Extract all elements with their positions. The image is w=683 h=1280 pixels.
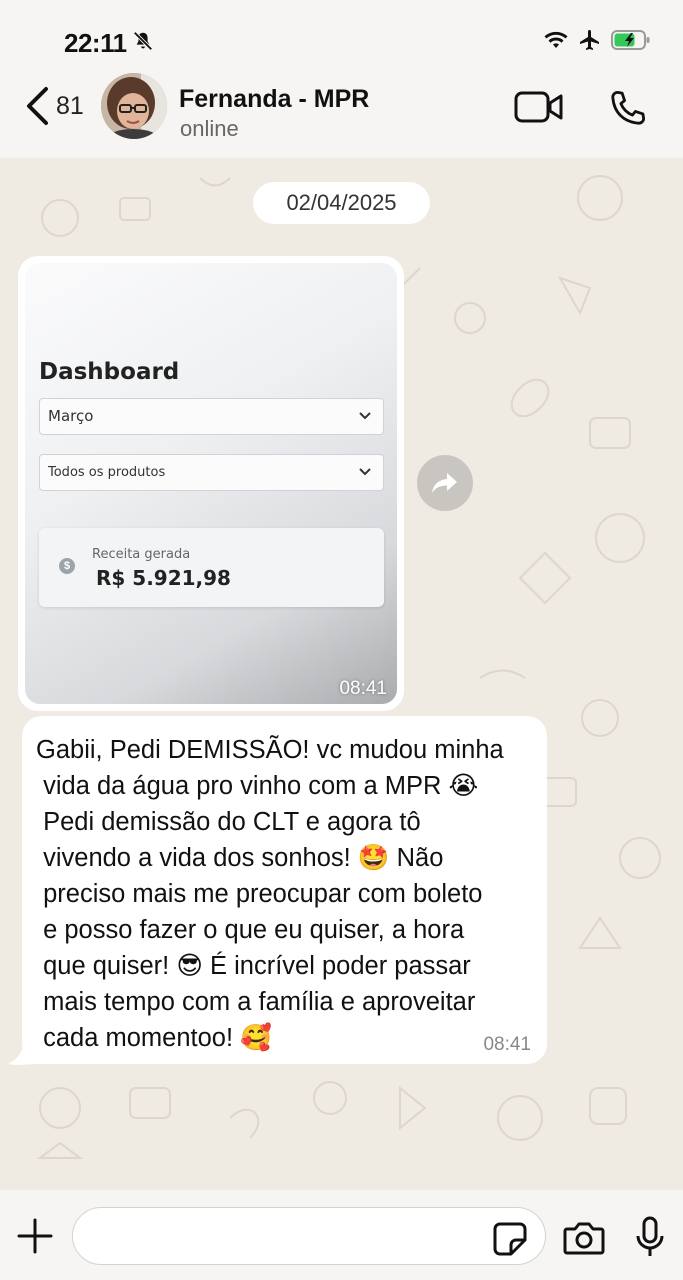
revenue-value: R$ 5.921,98 <box>96 566 231 590</box>
message-input[interactable] <box>72 1207 546 1265</box>
date-chip: 02/04/2025 <box>253 182 430 224</box>
revenue-card: $ Receita gerada R$ 5.921,98 <box>39 528 384 607</box>
month-select: Março <box>39 398 384 435</box>
image-message-time: 08:41 <box>339 678 387 699</box>
wifi-icon <box>544 31 568 48</box>
message-text: Gabii, Pedi DEMISSÃO! vc mudou minha vid… <box>36 736 504 1052</box>
chat-area[interactable]: 02/04/2025 Dashboard Março Todos os prod… <box>0 158 683 1190</box>
text-message-time: 08:41 <box>483 1034 531 1055</box>
unread-count: 81 <box>56 91 84 120</box>
product-select: Todos os produtos <box>39 454 384 491</box>
plus-icon[interactable] <box>17 1218 53 1254</box>
text-message[interactable]: Gabii, Pedi DEMISSÃO! vc mudou minha vid… <box>22 716 547 1064</box>
status-bar: 22:11 <box>0 0 683 66</box>
dollar-icon: $ <box>59 558 75 574</box>
status-time: 22:11 <box>64 28 127 58</box>
month-select-value: Março <box>48 407 94 425</box>
status-icons <box>543 28 651 52</box>
input-bar <box>0 1190 683 1280</box>
dashboard-screenshot[interactable]: Dashboard Março Todos os produtos $ Rece… <box>25 263 397 704</box>
image-message[interactable]: Dashboard Março Todos os produtos $ Rece… <box>18 256 404 711</box>
chevron-down-icon <box>359 412 371 420</box>
contact-status: online <box>180 116 239 141</box>
forward-button[interactable] <box>417 455 473 511</box>
revenue-label: Receita gerada <box>92 547 191 562</box>
chevron-down-icon <box>359 468 371 476</box>
sticker-icon[interactable] <box>492 1221 528 1257</box>
camera-icon[interactable] <box>563 1221 605 1255</box>
video-call-icon[interactable] <box>514 90 564 124</box>
airplane-icon <box>580 30 599 50</box>
forward-icon <box>432 473 457 493</box>
contact-name[interactable]: Fernanda - MPR <box>179 85 369 114</box>
bell-off-icon <box>133 31 153 51</box>
avatar-image <box>101 73 167 139</box>
avatar[interactable] <box>101 73 167 139</box>
chat-header: 81 Fernanda - MPR online <box>0 66 683 158</box>
back-button[interactable]: 81 <box>24 86 84 126</box>
phone-icon[interactable] <box>606 88 648 130</box>
battery-icon <box>611 30 650 50</box>
dashboard-title: Dashboard <box>39 359 180 385</box>
product-select-value: Todos os produtos <box>48 465 166 480</box>
chevron-left-icon <box>27 87 48 125</box>
microphone-icon[interactable] <box>636 1216 664 1258</box>
